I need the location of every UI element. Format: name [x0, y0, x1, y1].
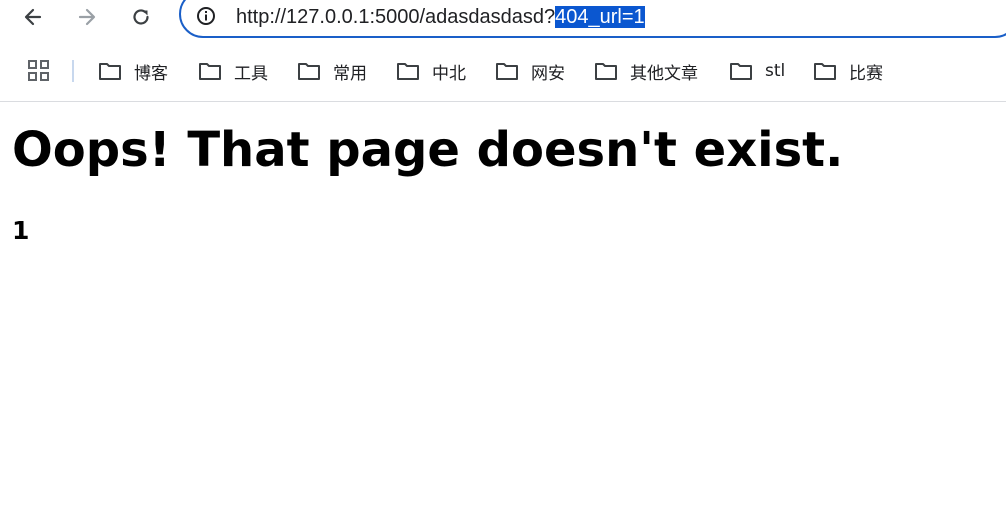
bookmark-folder[interactable]: 博客	[98, 56, 168, 86]
url-prefix: http://127.0.0.1:5000/adasdasdasd?	[236, 6, 556, 28]
bookmark-label: 中北	[432, 63, 466, 84]
bookmark-folder[interactable]: 网安	[495, 56, 565, 86]
bookmark-label: 比赛	[849, 63, 883, 84]
bookmark-label: 网安	[531, 63, 565, 84]
browser-toolbar: http://127.0.0.1:5000/adasdasdasd?404_ur…	[0, 0, 1006, 38]
folder-icon	[730, 63, 752, 80]
bookmarks-separator	[72, 60, 74, 82]
bookmark-label: 博客	[134, 63, 168, 84]
bookmark-folder[interactable]: 工具	[198, 56, 268, 86]
back-button[interactable]	[19, 3, 47, 31]
page-title: Oops! That page doesn't exist.	[12, 122, 844, 178]
bookmark-folder[interactable]: 比赛	[813, 56, 883, 86]
folder-icon	[298, 63, 320, 80]
arrow-right-icon	[78, 8, 96, 26]
folder-icon	[496, 63, 518, 80]
bookmark-label: 工具	[234, 63, 268, 84]
folder-icon	[397, 63, 419, 80]
folder-icon	[595, 63, 617, 80]
bookmark-label: 常用	[333, 63, 367, 84]
bookmark-label: stl	[765, 61, 786, 81]
bookmark-folder[interactable]: 其他文章	[594, 56, 698, 86]
reload-icon	[133, 9, 149, 25]
bookmark-label: 其他文章	[630, 63, 698, 84]
arrow-left-icon	[24, 8, 42, 26]
info-icon[interactable]	[196, 6, 216, 26]
folder-icon	[199, 63, 221, 80]
reload-button[interactable]	[127, 3, 155, 31]
forward-button[interactable]	[73, 3, 101, 31]
folder-icon	[814, 63, 836, 80]
page-content: Oops! That page doesn't exist. 1	[12, 102, 992, 246]
url-text[interactable]: http://127.0.0.1:5000/adasdasdasd?404_ur…	[236, 3, 645, 31]
bookmark-folder[interactable]: 常用	[297, 56, 367, 86]
url-selected-text: 404_url=1	[555, 6, 645, 28]
bookmark-folder[interactable]: stl	[729, 56, 785, 86]
page-subheading: 1	[12, 216, 30, 245]
bookmarks-bar: 博客 工具 常用 中北 网安 其他文章 stl 比赛	[0, 52, 1006, 92]
apps-grid-icon[interactable]	[28, 60, 50, 82]
folder-icon	[99, 63, 121, 80]
bookmark-folder[interactable]: 中北	[396, 56, 466, 86]
